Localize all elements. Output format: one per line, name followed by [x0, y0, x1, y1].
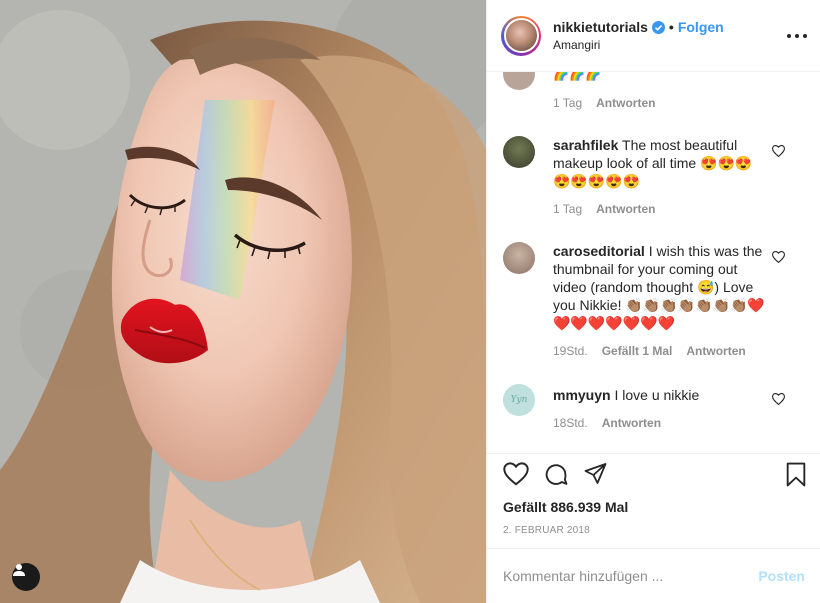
comment-meta: 18Std. Antworten: [553, 416, 813, 430]
user-tag-icon: [13, 564, 25, 576]
post-sidebar: nikkietutorials • Folgen Amangiri 🌈🌈🌈 1 …: [486, 0, 820, 603]
comment-text: sarahfilek The most beautiful makeup loo…: [553, 136, 765, 190]
comment-time[interactable]: 1 Tag: [553, 202, 582, 216]
avatar-script-text: Yyn: [510, 395, 528, 405]
commenter-username[interactable]: mmyuyn: [553, 387, 611, 403]
commenter-username[interactable]: caroseditorial: [553, 243, 645, 259]
share-icon[interactable]: [583, 462, 608, 491]
comment-text: caroseditorial I wish this was the thumb…: [553, 242, 765, 332]
reply-button[interactable]: Antworten: [596, 202, 655, 216]
post-header: nikkietutorials • Folgen Amangiri: [487, 0, 820, 72]
comment-item: caroseditorial I wish this was the thumb…: [503, 242, 813, 358]
post-photo[interactable]: [0, 0, 486, 603]
comment-meta: 1 Tag Antworten: [553, 202, 813, 216]
separator-dot: •: [668, 19, 674, 35]
comment-item: 🌈🌈🌈 1 Tag Antworten: [503, 72, 813, 110]
author-username[interactable]: nikkietutorials: [553, 19, 648, 35]
like-comment-heart-icon[interactable]: [771, 144, 786, 162]
comment-meta: 1 Tag Antworten: [553, 96, 813, 110]
comment-likes[interactable]: Gefällt 1 Mal: [602, 344, 673, 358]
comment-body: I love u nikkie: [614, 387, 700, 403]
author-avatar-image: [503, 18, 539, 53]
comment-text: 🌈🌈🌈: [553, 72, 765, 84]
comment-item: sarahfilek The most beautiful makeup loo…: [503, 136, 813, 216]
post-location[interactable]: Amangiri: [553, 38, 724, 52]
like-comment-heart-icon[interactable]: [771, 392, 786, 410]
comment-time[interactable]: 1 Tag: [553, 96, 582, 110]
user-tag-button[interactable]: [12, 563, 40, 591]
comment-text: mmyuyn I love u nikkie: [553, 384, 765, 404]
comment-body: 🌈🌈🌈: [553, 72, 602, 82]
verified-badge-icon: [651, 20, 665, 34]
more-options-icon[interactable]: [787, 26, 807, 46]
add-comment-bar: Posten: [487, 548, 820, 603]
comment-time[interactable]: 18Std.: [553, 416, 588, 430]
comment-item: Yyn mmyuyn I love u nikkie 18Std. Antwor…: [503, 384, 813, 430]
commenter-avatar[interactable]: [503, 72, 535, 90]
reply-button[interactable]: Antworten: [596, 96, 655, 110]
comment-input[interactable]: [503, 568, 759, 584]
author-info: nikkietutorials • Folgen Amangiri: [553, 19, 724, 52]
likes-count[interactable]: Gefällt 886.939 Mal: [503, 499, 628, 515]
comment-icon[interactable]: [543, 462, 569, 492]
follow-button[interactable]: Folgen: [678, 19, 724, 35]
author-avatar[interactable]: [501, 15, 541, 56]
author-row: nikkietutorials • Folgen: [553, 19, 724, 35]
post-comment-button[interactable]: Posten: [758, 568, 805, 584]
heart-icon[interactable]: [503, 462, 529, 491]
post-actions: [487, 462, 820, 494]
like-comment-heart-icon[interactable]: [771, 250, 786, 268]
commenter-username[interactable]: sarahfilek: [553, 137, 618, 153]
commenter-avatar[interactable]: [503, 242, 535, 274]
comment-meta: 19Std. Gefällt 1 Mal Antworten: [553, 344, 813, 358]
reply-button[interactable]: Antworten: [686, 344, 745, 358]
portrait-image: [0, 0, 486, 603]
commenter-avatar[interactable]: [503, 136, 535, 168]
commenter-avatar[interactable]: Yyn: [503, 384, 535, 416]
post-date[interactable]: 2. FEBRUAR 2018: [503, 525, 590, 536]
comments-list[interactable]: 🌈🌈🌈 1 Tag Antworten sarahfilek The most …: [487, 72, 820, 454]
reply-button[interactable]: Antworten: [602, 416, 661, 430]
bookmark-icon[interactable]: [785, 462, 807, 492]
comment-time[interactable]: 19Std.: [553, 344, 588, 358]
